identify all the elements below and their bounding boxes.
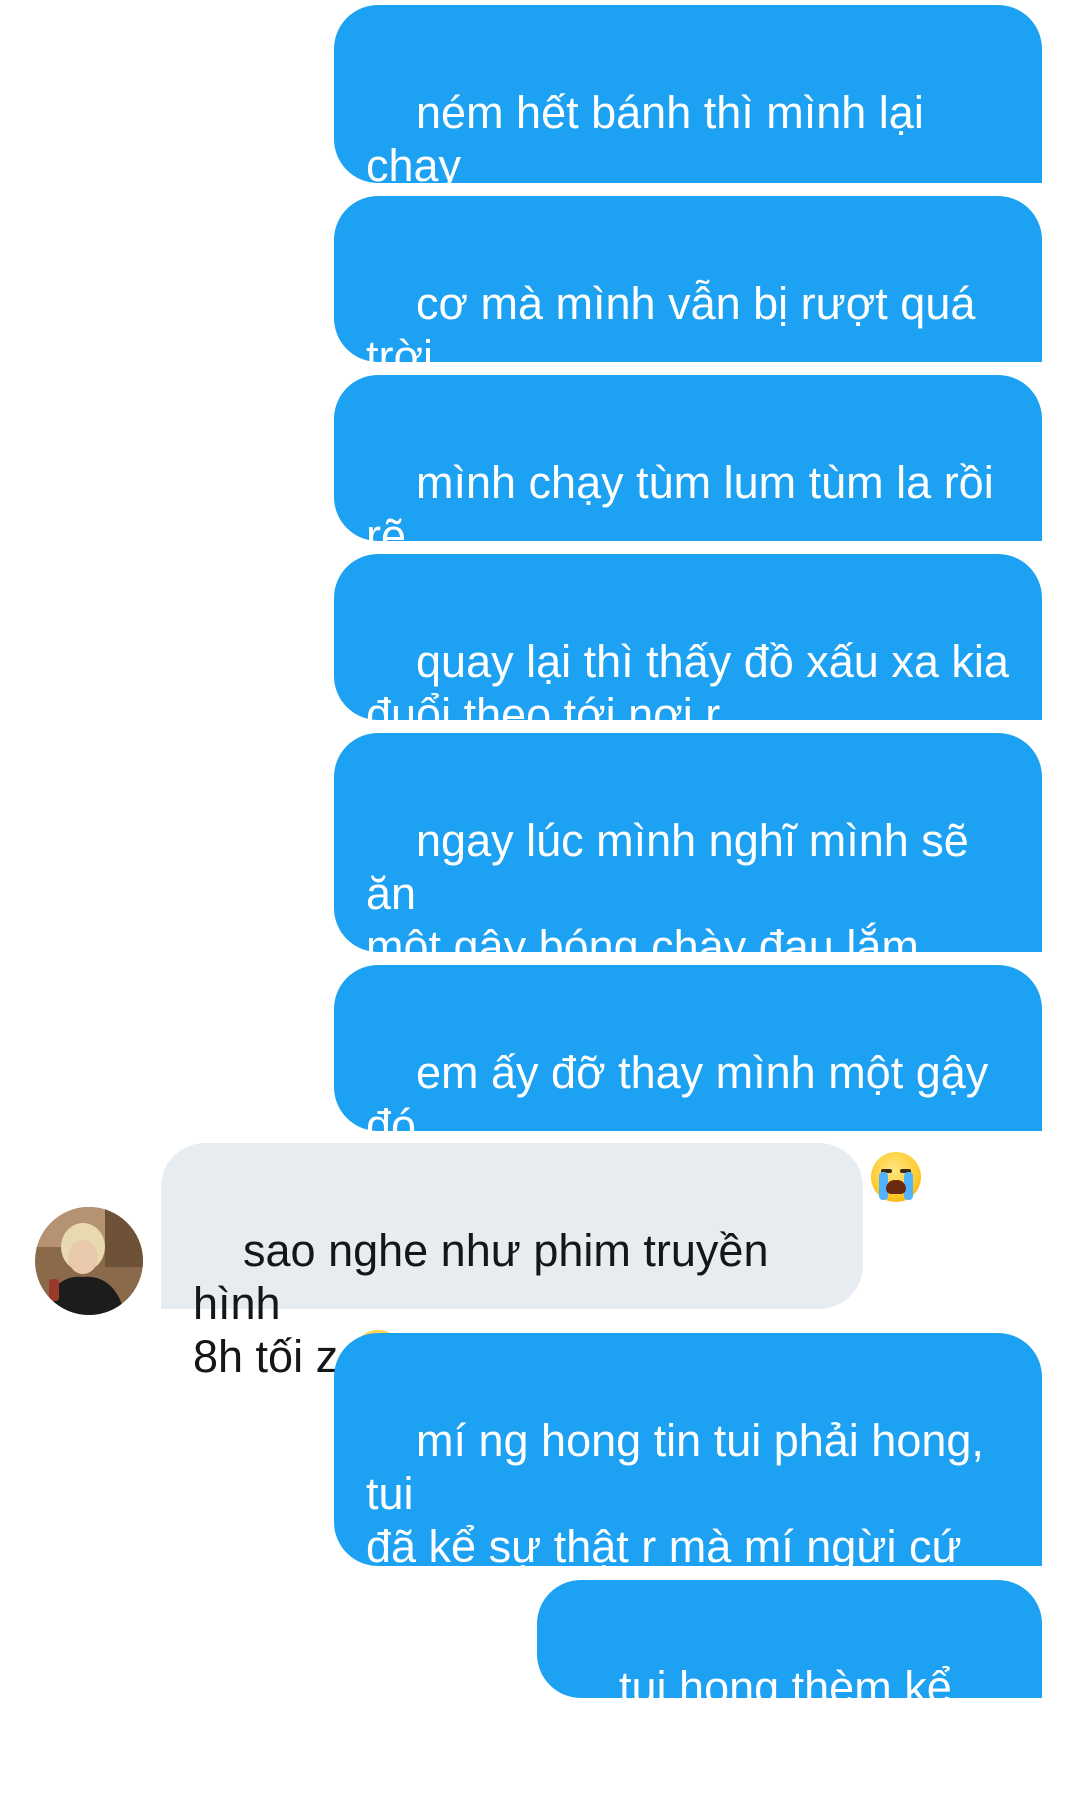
avatar[interactable] — [35, 1207, 143, 1315]
message-bubble-outgoing[interactable]: mí ng hong tin tui phải hong, tui đã kể … — [334, 1333, 1042, 1625]
message-bubble-outgoing[interactable]: mình chạy tùm lum tùm la rồi rẽ nhầm vào… — [334, 375, 1042, 614]
message-bubble-incoming[interactable]: sao nghe như phim truyền hình 8h tối z — [161, 1143, 863, 1382]
message-bubble-outgoing[interactable]: cơ mà mình vẫn bị rượt quá trời luôn — [334, 196, 1042, 435]
message-bubble-outgoing[interactable]: ngay lúc mình nghĩ mình sẽ ăn một gậy bó… — [334, 733, 1042, 1025]
message-bubble-outgoing[interactable]: quay lại thì thấy đồ xấu xa kia đuổi the… — [334, 554, 1042, 740]
message-text: tui hong thèm kể nữa — [569, 1662, 965, 1766]
message-text: quay lại thì thấy đồ xấu xa kia đuổi the… — [366, 636, 1009, 740]
message-bubble-outgoing[interactable]: em ấy đỡ thay mình một gậy đó nên tay em… — [334, 965, 1042, 1204]
message-bubble-outgoing[interactable]: ném hết bánh thì mình lại chạy (╯•﹏•╰) — [334, 5, 1042, 244]
message-bubble-outgoing[interactable]: tui hong thèm kể nữa — [537, 1580, 1042, 1766]
crying-face-icon — [870, 1152, 921, 1202]
